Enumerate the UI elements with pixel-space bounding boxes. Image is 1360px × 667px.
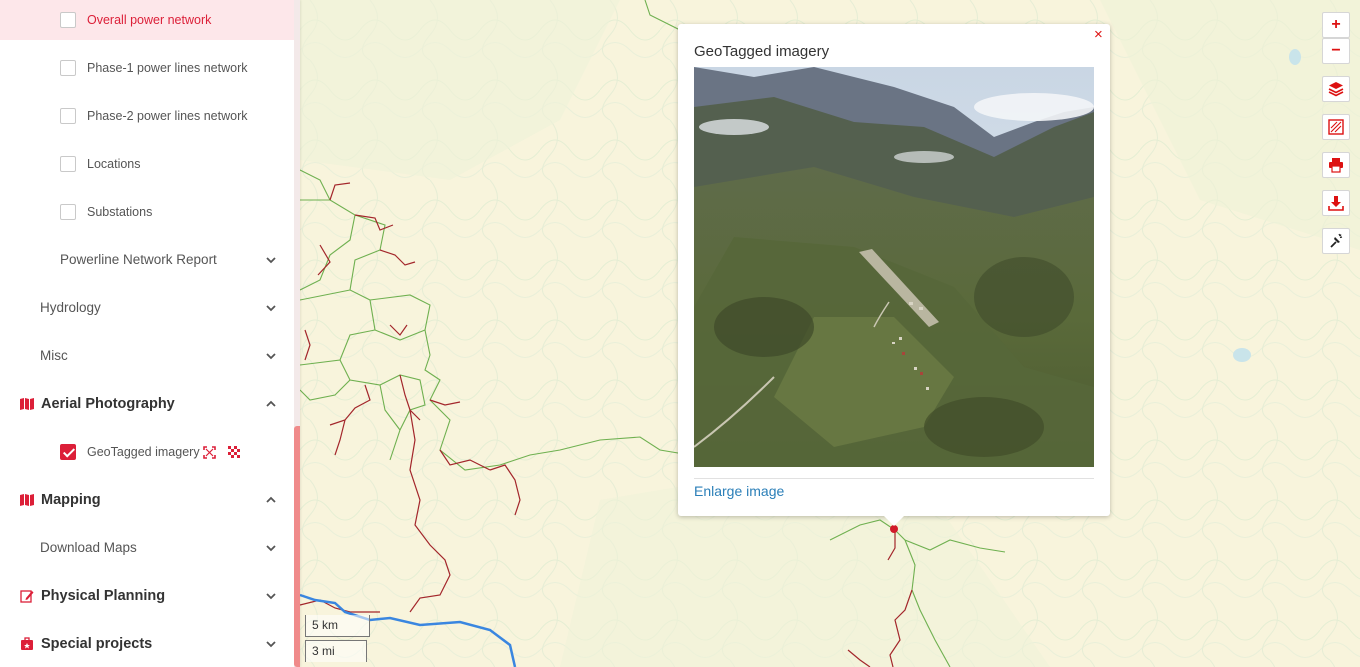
layer-row-substations[interactable]: Substations xyxy=(0,192,294,232)
download-button[interactable] xyxy=(1322,190,1350,216)
section-label: Aerial Photography xyxy=(41,396,175,412)
section-label: Special projects xyxy=(41,636,153,652)
chevron-down-icon xyxy=(266,353,276,360)
layer-label: GeoTagged imagery xyxy=(87,445,200,459)
chevron-down-icon xyxy=(266,257,276,264)
legend-button[interactable] xyxy=(1322,114,1350,140)
group-label: Misc xyxy=(40,348,68,363)
section-label: Physical Planning xyxy=(41,588,166,604)
chevron-up-icon xyxy=(266,400,276,407)
briefcase-icon xyxy=(21,637,33,650)
section-special-projects[interactable]: Special projects xyxy=(0,624,294,664)
layer-row-overall-power[interactable]: Overall power network xyxy=(0,0,294,40)
section-mapping[interactable]: Mapping xyxy=(0,480,294,520)
group-download-maps[interactable]: Download Maps xyxy=(0,528,294,568)
layer-checkbox[interactable] xyxy=(60,204,76,220)
chevron-down-icon xyxy=(266,305,276,312)
chevron-down-icon xyxy=(266,641,276,648)
group-misc[interactable]: Misc xyxy=(0,336,294,376)
section-aerial-photography[interactable]: Aerial Photography xyxy=(0,384,294,424)
section-physical-planning[interactable]: Physical Planning xyxy=(0,576,294,616)
layer-label: Phase-1 power lines network xyxy=(87,61,248,75)
chevron-down-icon xyxy=(266,593,276,600)
zoom-out-button[interactable]: − xyxy=(1322,38,1350,64)
layer-label: Phase-2 power lines network xyxy=(87,109,248,123)
pin-icon xyxy=(1330,233,1343,248)
download-icon xyxy=(1328,196,1344,211)
geotagged-popup: GeoTagged imagery × Enlarge image xyxy=(678,24,1110,526)
map-icon xyxy=(20,398,34,410)
enlarge-image-link[interactable]: Enlarge image xyxy=(694,483,784,499)
scale-bar-mi: 3 mi xyxy=(305,640,367,662)
layer-checkbox[interactable] xyxy=(60,12,76,28)
layer-label: Overall power network xyxy=(87,13,212,27)
opacity-icon[interactable] xyxy=(228,446,241,459)
layer-label: Locations xyxy=(87,157,141,171)
popup-title: GeoTagged imagery xyxy=(694,43,830,60)
popup-divider xyxy=(694,478,1094,479)
layers-icon xyxy=(1328,82,1344,97)
group-label: Download Maps xyxy=(40,540,137,555)
group-label: Hydrology xyxy=(40,300,101,315)
layers-button[interactable] xyxy=(1322,76,1350,102)
group-label: Powerline Network Report xyxy=(60,252,217,267)
layer-checkbox[interactable] xyxy=(60,60,76,76)
layer-row-geotagged[interactable]: GeoTagged imagery xyxy=(0,432,294,472)
zoom-in-button[interactable]: + xyxy=(1322,12,1350,38)
print-icon xyxy=(1329,158,1343,173)
chevron-down-icon xyxy=(266,545,276,552)
print-button[interactable] xyxy=(1322,152,1350,178)
sidebar-scrollbar-thumb[interactable] xyxy=(294,426,300,667)
group-hydrology[interactable]: Hydrology xyxy=(0,288,294,328)
close-icon[interactable]: × xyxy=(1094,26,1103,43)
section-label: Mapping xyxy=(41,492,101,508)
group-powerline-report[interactable]: Powerline Network Report xyxy=(0,240,294,280)
layer-checkbox[interactable] xyxy=(60,108,76,124)
layer-sidebar: Overall power network Phase-1 power line… xyxy=(0,0,300,667)
chevron-up-icon xyxy=(266,496,276,503)
layer-checkbox[interactable] xyxy=(60,156,76,172)
map-icon xyxy=(20,494,34,506)
layer-label: Substations xyxy=(87,205,153,219)
aerial-photo[interactable] xyxy=(694,67,1094,467)
popup-pointer xyxy=(884,516,904,526)
layer-row-phase1[interactable]: Phase-1 power lines network xyxy=(0,48,294,88)
legend-icon xyxy=(1328,119,1344,135)
zoom-extent-icon[interactable] xyxy=(203,446,216,459)
layer-checkbox[interactable] xyxy=(60,444,76,460)
scale-bar-km: 5 km xyxy=(305,615,370,637)
layer-row-locations[interactable]: Locations xyxy=(0,144,294,184)
location-marker[interactable] xyxy=(890,525,898,533)
measure-button[interactable] xyxy=(1322,228,1350,254)
layer-row-phase2[interactable]: Phase-2 power lines network xyxy=(0,96,294,136)
edit-icon xyxy=(20,590,34,603)
